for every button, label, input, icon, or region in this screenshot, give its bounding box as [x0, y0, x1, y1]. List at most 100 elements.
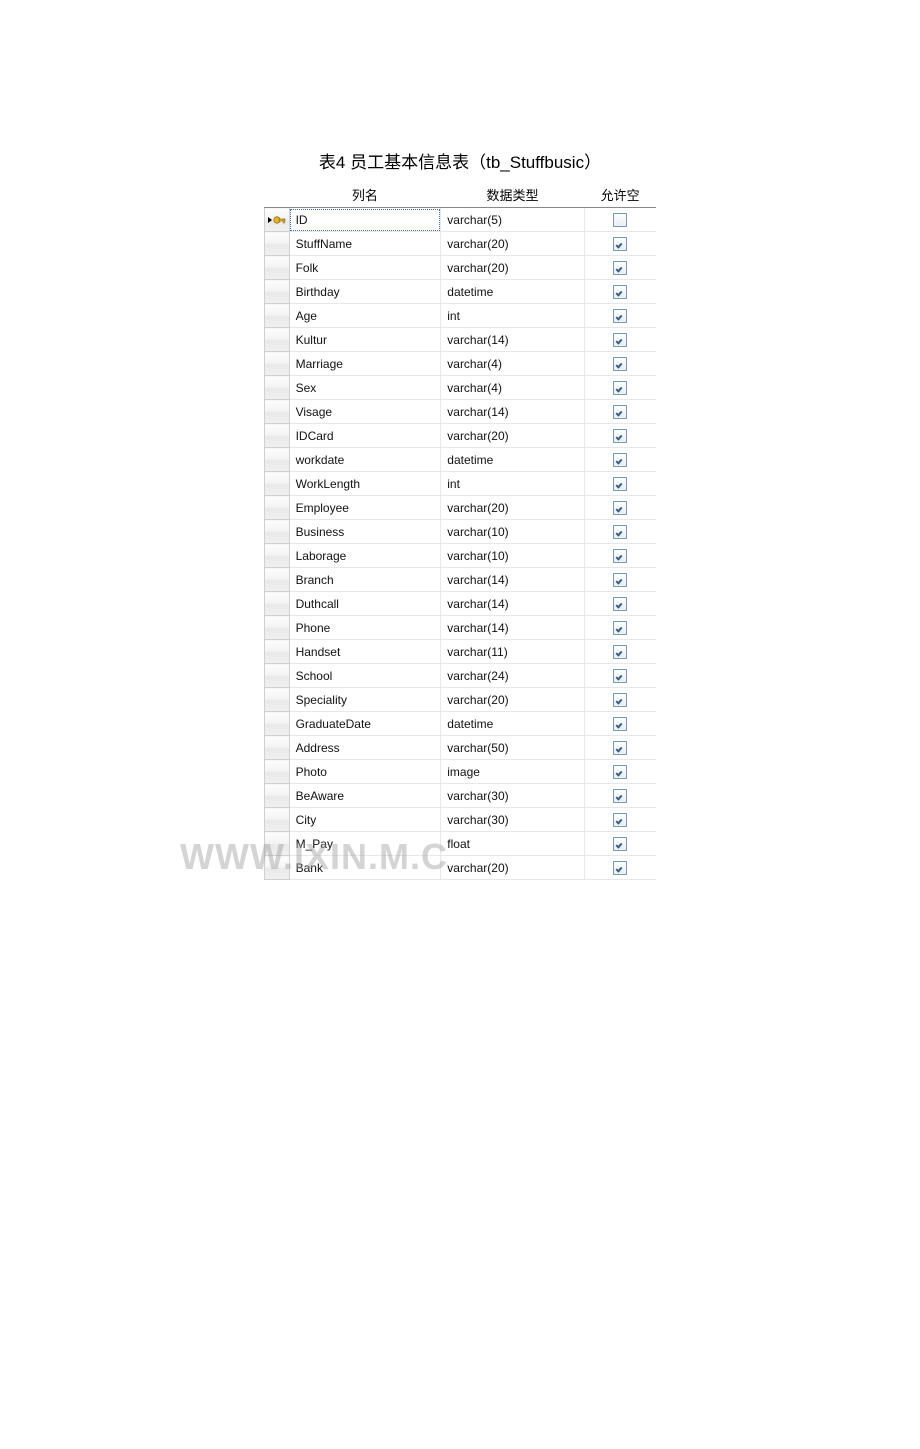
column-name-cell[interactable]: Handset — [289, 640, 441, 664]
data-type-cell[interactable]: varchar(10) — [441, 520, 584, 544]
allow-null-cell[interactable] — [584, 736, 656, 760]
table-row[interactable]: Address varchar(50) — [265, 736, 657, 760]
data-type-cell[interactable]: varchar(30) — [441, 784, 584, 808]
data-type-cell[interactable]: datetime — [441, 712, 584, 736]
allow-null-checkbox[interactable] — [613, 861, 627, 875]
table-row[interactable]: Photo image — [265, 760, 657, 784]
row-handle[interactable] — [265, 664, 290, 688]
table-row[interactable]: Phone varchar(14) — [265, 616, 657, 640]
column-name-cell[interactable]: Birthday — [289, 280, 441, 304]
column-name-cell[interactable]: ID — [289, 208, 441, 232]
data-type-cell[interactable]: varchar(14) — [441, 568, 584, 592]
column-name-cell[interactable]: Laborage — [289, 544, 441, 568]
column-name-cell[interactable]: Bank — [289, 856, 441, 880]
allow-null-cell[interactable] — [584, 256, 656, 280]
allow-null-checkbox[interactable] — [613, 333, 627, 347]
data-type-cell[interactable]: varchar(20) — [441, 496, 584, 520]
allow-null-checkbox[interactable] — [613, 693, 627, 707]
row-handle[interactable] — [265, 472, 290, 496]
table-row[interactable]: ID varchar(5) — [265, 208, 657, 232]
allow-null-checkbox[interactable] — [613, 261, 627, 275]
allow-null-checkbox[interactable] — [613, 237, 627, 251]
allow-null-cell[interactable] — [584, 376, 656, 400]
column-name-cell[interactable]: Marriage — [289, 352, 441, 376]
data-type-cell[interactable]: varchar(10) — [441, 544, 584, 568]
allow-null-cell[interactable] — [584, 352, 656, 376]
table-row[interactable]: WorkLength int — [265, 472, 657, 496]
column-name-cell[interactable]: workdate — [289, 448, 441, 472]
allow-null-cell[interactable] — [584, 520, 656, 544]
data-type-cell[interactable]: int — [441, 304, 584, 328]
column-name-cell[interactable]: IDCard — [289, 424, 441, 448]
allow-null-cell[interactable] — [584, 640, 656, 664]
allow-null-checkbox[interactable] — [613, 213, 627, 227]
data-type-cell[interactable]: varchar(20) — [441, 424, 584, 448]
allow-null-checkbox[interactable] — [613, 405, 627, 419]
allow-null-checkbox[interactable] — [613, 669, 627, 683]
allow-null-cell[interactable] — [584, 832, 656, 856]
table-row[interactable]: Age int — [265, 304, 657, 328]
allow-null-cell[interactable] — [584, 496, 656, 520]
allow-null-cell[interactable] — [584, 808, 656, 832]
column-name-cell[interactable]: Duthcall — [289, 592, 441, 616]
row-handle[interactable] — [265, 496, 290, 520]
row-handle[interactable] — [265, 736, 290, 760]
table-row[interactable]: Duthcall varchar(14) — [265, 592, 657, 616]
allow-null-cell[interactable] — [584, 784, 656, 808]
column-name-cell[interactable]: Branch — [289, 568, 441, 592]
column-name-cell[interactable]: School — [289, 664, 441, 688]
column-name-cell[interactable]: Photo — [289, 760, 441, 784]
data-type-cell[interactable]: varchar(20) — [441, 856, 584, 880]
row-handle[interactable] — [265, 304, 290, 328]
row-handle[interactable] — [265, 688, 290, 712]
data-type-cell[interactable]: varchar(20) — [441, 688, 584, 712]
column-name-cell[interactable]: Employee — [289, 496, 441, 520]
row-handle[interactable] — [265, 424, 290, 448]
allow-null-cell[interactable] — [584, 424, 656, 448]
allow-null-cell[interactable] — [584, 760, 656, 784]
table-row[interactable]: Employee varchar(20) — [265, 496, 657, 520]
allow-null-cell[interactable] — [584, 664, 656, 688]
allow-null-checkbox[interactable] — [613, 645, 627, 659]
allow-null-checkbox[interactable] — [613, 525, 627, 539]
row-handle[interactable] — [265, 592, 290, 616]
data-type-cell[interactable]: varchar(20) — [441, 232, 584, 256]
data-type-cell[interactable]: varchar(4) — [441, 352, 584, 376]
row-handle[interactable] — [265, 376, 290, 400]
data-type-cell[interactable]: varchar(30) — [441, 808, 584, 832]
table-row[interactable]: School varchar(24) — [265, 664, 657, 688]
table-row[interactable]: IDCard varchar(20) — [265, 424, 657, 448]
data-type-cell[interactable]: varchar(4) — [441, 376, 584, 400]
row-handle[interactable] — [265, 232, 290, 256]
data-type-cell[interactable]: varchar(14) — [441, 616, 584, 640]
allow-null-checkbox[interactable] — [613, 501, 627, 515]
row-handle[interactable] — [265, 712, 290, 736]
table-row[interactable]: StuffName varchar(20) — [265, 232, 657, 256]
row-handle[interactable] — [265, 760, 290, 784]
row-handle[interactable] — [265, 784, 290, 808]
column-name-cell[interactable]: Sex — [289, 376, 441, 400]
table-row[interactable]: Visage varchar(14) — [265, 400, 657, 424]
allow-null-checkbox[interactable] — [613, 813, 627, 827]
table-row[interactable]: Bank varchar(20) — [265, 856, 657, 880]
allow-null-checkbox[interactable] — [613, 549, 627, 563]
allow-null-checkbox[interactable] — [613, 837, 627, 851]
row-handle[interactable] — [265, 616, 290, 640]
data-type-cell[interactable]: varchar(14) — [441, 328, 584, 352]
table-row[interactable]: Business varchar(10) — [265, 520, 657, 544]
row-handle[interactable] — [265, 856, 290, 880]
table-row[interactable]: workdate datetime — [265, 448, 657, 472]
data-type-cell[interactable]: varchar(11) — [441, 640, 584, 664]
column-name-cell[interactable]: Address — [289, 736, 441, 760]
allow-null-checkbox[interactable] — [613, 789, 627, 803]
data-type-cell[interactable]: image — [441, 760, 584, 784]
data-type-cell[interactable]: datetime — [441, 448, 584, 472]
table-row[interactable]: Folk varchar(20) — [265, 256, 657, 280]
allow-null-cell[interactable] — [584, 328, 656, 352]
data-type-cell[interactable]: varchar(20) — [441, 256, 584, 280]
data-type-cell[interactable]: float — [441, 832, 584, 856]
table-row[interactable]: Speciality varchar(20) — [265, 688, 657, 712]
column-name-cell[interactable]: Business — [289, 520, 441, 544]
column-name-cell[interactable]: StuffName — [289, 232, 441, 256]
row-handle[interactable] — [265, 280, 290, 304]
